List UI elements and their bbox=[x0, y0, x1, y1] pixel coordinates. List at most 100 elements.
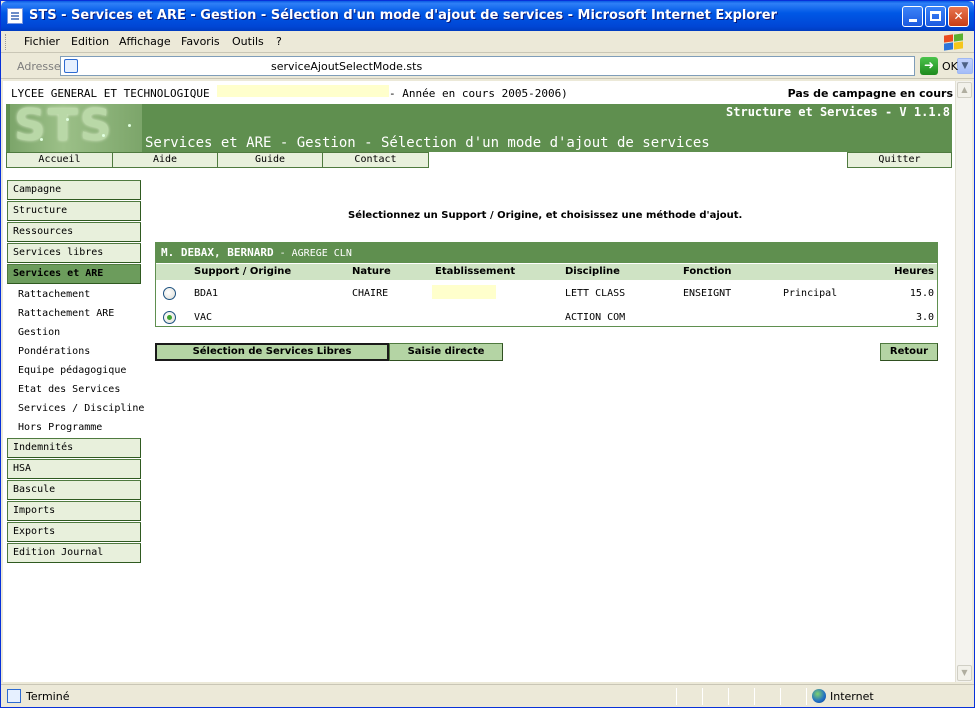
menu-edition-journal[interactable]: Edition Journal bbox=[7, 543, 141, 563]
page-content: LYCEE GENERAL ET TECHNOLOGIQUE - Année e… bbox=[3, 81, 955, 682]
menu-help[interactable]: ? bbox=[276, 35, 282, 48]
app-version: Structure et Services - V 1.1.8 bbox=[726, 105, 950, 119]
submenu-etat-services[interactable]: Etat des Services bbox=[18, 384, 120, 395]
status-separator bbox=[676, 688, 677, 705]
nav-quitter[interactable]: Quitter bbox=[847, 152, 952, 168]
chevron-down-icon: ▼ bbox=[961, 61, 969, 71]
cell-heures: 15.0 bbox=[909, 288, 934, 299]
col-heures: Heures bbox=[894, 266, 934, 277]
instruction-text: Sélectionnez un Support / Origine, et ch… bbox=[348, 210, 743, 221]
close-button[interactable]: ✕ bbox=[948, 6, 969, 27]
status-separator bbox=[780, 688, 781, 705]
page-icon bbox=[64, 59, 78, 73]
address-dropdown-button[interactable]: ▼ bbox=[957, 58, 973, 74]
menu-services-libres[interactable]: Services libres bbox=[7, 243, 141, 263]
school-year: - Année en cours 2005-2006) bbox=[389, 87, 568, 100]
maximize-icon bbox=[930, 11, 941, 21]
nav-aide[interactable]: Aide bbox=[112, 152, 218, 168]
cell-nature: CHAIRE bbox=[352, 288, 389, 299]
col-discipline: Discipline bbox=[565, 266, 620, 277]
windows-logo-icon bbox=[941, 33, 965, 51]
submenu-rattachement-are[interactable]: Rattachement ARE bbox=[18, 308, 114, 319]
address-bar: Adresse serviceAjoutSelectMode.sts ▼ ➜ O… bbox=[1, 54, 974, 79]
col-nature: Nature bbox=[352, 266, 391, 277]
menu-imports[interactable]: Imports bbox=[7, 501, 141, 521]
menu-outils[interactable]: Outils bbox=[232, 35, 264, 48]
menu-services-are[interactable]: Services et ARE bbox=[7, 264, 141, 284]
menu-structure[interactable]: Structure bbox=[7, 201, 141, 221]
school-name: LYCEE GENERAL ET TECHNOLOGIQUE bbox=[11, 87, 210, 100]
page-title: Services et ARE - Gestion - Sélection d'… bbox=[145, 135, 710, 151]
minimize-button[interactable] bbox=[902, 6, 923, 27]
col-fonction: Fonction bbox=[683, 266, 732, 277]
title-bar[interactable]: STS - Services et ARE - Gestion - Sélect… bbox=[1, 1, 974, 31]
address-label: Adresse bbox=[17, 60, 61, 73]
globe-icon bbox=[812, 689, 826, 703]
selection-services-libres-button[interactable]: Sélection de Services Libres bbox=[155, 343, 389, 361]
submenu-ponderations[interactable]: Pondérations bbox=[18, 346, 90, 357]
menu-campagne[interactable]: Campagne bbox=[7, 180, 141, 200]
menu-exports[interactable]: Exports bbox=[7, 522, 141, 542]
status-separator bbox=[806, 688, 807, 705]
menu-affichage[interactable]: Affichage bbox=[119, 35, 171, 48]
close-icon: ✕ bbox=[953, 9, 964, 23]
browser-window: STS - Services et ARE - Gestion - Sélect… bbox=[0, 0, 975, 708]
menu-fichier[interactable]: Fichier bbox=[24, 35, 60, 48]
col-etablissement: Etablissement bbox=[435, 266, 516, 277]
logo-text: STS bbox=[14, 100, 114, 151]
redacted-field bbox=[217, 85, 389, 97]
go-label[interactable]: OK bbox=[942, 60, 958, 73]
panel-header: M. DEBAX, BERNARD - AGREGE CLN bbox=[156, 243, 937, 263]
scroll-down-button[interactable]: ▼ bbox=[957, 665, 972, 681]
submenu-gestion[interactable]: Gestion bbox=[18, 327, 60, 338]
cell-support: BDA1 bbox=[194, 288, 219, 299]
nav-guide[interactable]: Guide bbox=[217, 152, 323, 168]
cell-support: VAC bbox=[194, 312, 213, 323]
app-banner: STS Structure et Services - V 1.1.8 Serv… bbox=[6, 100, 952, 152]
arrow-right-icon: ➜ bbox=[923, 58, 935, 72]
scroll-up-button[interactable]: ▲ bbox=[957, 82, 972, 98]
menu-hsa[interactable]: HSA bbox=[7, 459, 141, 479]
campaign-status: Pas de campagne en cours bbox=[787, 87, 953, 100]
submenu-hors-programme[interactable]: Hors Programme bbox=[18, 422, 102, 433]
vertical-scrollbar[interactable]: ▲ ▼ bbox=[955, 81, 972, 682]
status-separator bbox=[728, 688, 729, 705]
top-info: LYCEE GENERAL ET TECHNOLOGIQUE - Année e… bbox=[3, 81, 955, 103]
services-panel: M. DEBAX, BERNARD - AGREGE CLN Support / … bbox=[155, 242, 938, 327]
submenu-services-discipline[interactable]: Services / Discipline bbox=[18, 403, 144, 414]
status-bar: Terminé Internet bbox=[1, 684, 974, 707]
menu-ressources[interactable]: Ressources bbox=[7, 222, 141, 242]
arrow-down-icon: ▼ bbox=[961, 668, 968, 677]
status-separator bbox=[754, 688, 755, 705]
security-zone: Internet bbox=[830, 690, 874, 703]
teacher-grade: - AGREGE CLN bbox=[279, 248, 352, 259]
go-button[interactable]: ➜ bbox=[920, 57, 938, 75]
address-input[interactable]: serviceAjoutSelectMode.sts ▼ bbox=[60, 56, 973, 76]
top-navigation: Accueil Aide Guide Contact Quitter bbox=[6, 152, 952, 168]
teacher-name: M. DEBAX, BERNARD bbox=[161, 246, 274, 259]
menu-bascule[interactable]: Bascule bbox=[7, 480, 141, 500]
sts-logo: STS bbox=[10, 100, 142, 152]
menu-indemnites[interactable]: Indemnités bbox=[7, 438, 141, 458]
menu-favoris[interactable]: Favoris bbox=[181, 35, 220, 48]
address-url: serviceAjoutSelectMode.sts bbox=[271, 60, 423, 73]
row-radio-vac[interactable] bbox=[163, 311, 176, 324]
document-icon bbox=[7, 8, 23, 24]
toolbar-grip[interactable] bbox=[5, 34, 8, 50]
row-radio-bda1[interactable] bbox=[163, 287, 176, 300]
nav-accueil[interactable]: Accueil bbox=[6, 152, 113, 168]
minimize-icon bbox=[908, 19, 917, 22]
retour-button[interactable]: Retour bbox=[880, 343, 938, 361]
redacted-etablissement bbox=[432, 285, 496, 299]
menu-edition[interactable]: Edition bbox=[71, 35, 109, 48]
submenu-rattachement[interactable]: Rattachement bbox=[18, 289, 90, 300]
submenu-equipe-pedagogique[interactable]: Equipe pédagogique bbox=[18, 365, 126, 376]
status-separator bbox=[702, 688, 703, 705]
status-text: Terminé bbox=[26, 690, 70, 703]
nav-contact[interactable]: Contact bbox=[322, 152, 429, 168]
col-support: Support / Origine bbox=[194, 266, 292, 277]
menu-bar: Fichier Edition Affichage Favoris Outils… bbox=[1, 31, 974, 53]
maximize-button[interactable] bbox=[925, 6, 946, 27]
column-headers: Support / Origine Nature Etablissement D… bbox=[156, 264, 937, 280]
saisie-directe-button[interactable]: Saisie directe bbox=[389, 343, 503, 361]
